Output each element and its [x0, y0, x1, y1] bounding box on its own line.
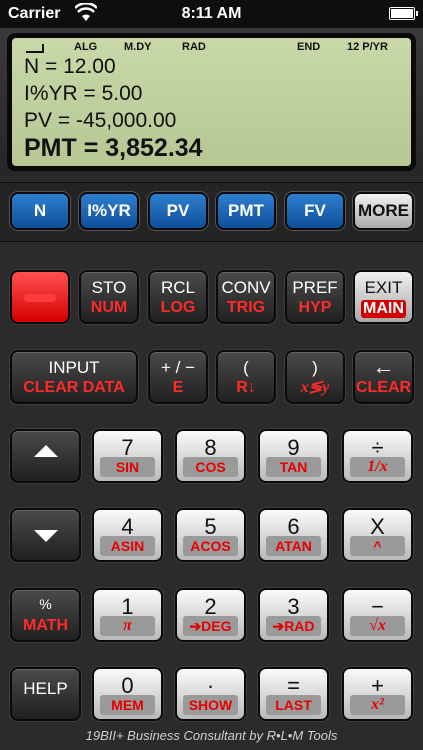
key-shift-label: CLEAR — [355, 379, 412, 396]
key-shift-label: ATAN — [266, 536, 321, 556]
key-shift-label: LOG — [160, 299, 196, 316]
display-line-pv: PV = -45,000.00 — [24, 109, 177, 132]
arrow-up-icon — [33, 445, 58, 457]
display-line-iyr: I%YR = 5.00 — [24, 82, 143, 105]
key-shift-label: ASIN — [100, 536, 155, 556]
key-label: ( — [243, 358, 249, 377]
key-label: EXIT — [364, 278, 403, 297]
key-n[interactable]: N — [10, 192, 70, 230]
indicator-end: END — [297, 41, 321, 53]
key-scroll-up[interactable] — [10, 429, 81, 483]
arrow-down-icon — [33, 530, 58, 542]
key-label: HELP — [23, 679, 68, 698]
lcd-display: ALG M.DY RAD END 12 P/YR N = 12.00 I%YR … — [12, 38, 411, 166]
key-shift-label: CLEAR DATA — [23, 379, 125, 396]
key-help[interactable]: HELP — [10, 667, 81, 721]
key-shift-label: MATH — [22, 617, 69, 634]
key-9[interactable]: 9 TAN — [258, 429, 329, 483]
key-shift-label: MAIN — [361, 300, 406, 318]
key-shift-label: x≶y — [300, 379, 330, 396]
key-decimal[interactable]: · SHOW — [175, 667, 246, 721]
key-shift-label: ➔DEG — [183, 616, 238, 636]
key-7[interactable]: 7 SIN — [92, 429, 163, 483]
key-shift-label: HYP — [298, 299, 332, 316]
key-sto[interactable]: STO NUM — [79, 270, 139, 324]
backspace-arrow-icon: ← — [372, 354, 395, 379]
key-equals[interactable]: = LAST — [258, 667, 329, 721]
key-0[interactable]: 0 MEM — [92, 667, 163, 721]
key-conv[interactable]: CONV TRIG — [216, 270, 276, 324]
indicator-angle-mode: RAD — [182, 41, 206, 53]
key-shift-label: E — [172, 379, 184, 396]
key-shift-label: x² — [350, 695, 405, 715]
key-shift-label: MEM — [100, 695, 155, 715]
key-change-sign[interactable]: + / − E — [148, 350, 208, 404]
key-4[interactable]: 4 ASIN — [92, 508, 163, 562]
key-6[interactable]: 6 ATAN — [258, 508, 329, 562]
key-percent[interactable]: % MATH — [10, 588, 81, 642]
clock: 8:11 AM — [181, 5, 242, 22]
key-1[interactable]: 1 π — [92, 588, 163, 642]
key-shift-label: TRIG — [226, 299, 266, 316]
key-shift-label: 1/x — [350, 457, 405, 477]
key-pmt[interactable]: PMT — [216, 192, 276, 230]
key-shift-label: ^ — [350, 536, 405, 556]
key-scroll-down[interactable] — [10, 508, 81, 562]
key-shift-label: ➔RAD — [266, 616, 321, 636]
key-label: + / − — [160, 358, 196, 377]
display-line-n: N = 12.00 — [24, 55, 116, 78]
key-label: INPUT — [48, 358, 100, 377]
key-shift-label: SHOW — [183, 695, 238, 715]
key-pv[interactable]: PV — [148, 192, 208, 230]
key-5[interactable]: 5 ACOS — [175, 508, 246, 562]
key-fv[interactable]: FV — [285, 192, 345, 230]
key-label: RCL — [160, 278, 195, 297]
key-shift-label: SIN — [100, 457, 155, 477]
key-exit[interactable]: EXIT MAIN — [353, 270, 414, 324]
key-label: PREF — [292, 278, 338, 297]
indicator-payments-per-year: 12 P/YR — [347, 41, 388, 53]
key-pref[interactable]: PREF HYP — [285, 270, 345, 324]
key-iyr[interactable]: I%YR — [79, 192, 139, 230]
key-label: STO — [91, 278, 127, 297]
key-2[interactable]: 2 ➔DEG — [175, 588, 246, 642]
key-divide[interactable]: ÷ 1/x — [342, 429, 413, 483]
key-shift-label: R↓ — [236, 379, 256, 396]
indicator-alg: ALG — [74, 41, 98, 53]
key-shift-label: COS — [183, 457, 238, 477]
key-minus[interactable]: − √x — [342, 588, 413, 642]
app-credit: 19BII+ Business Consultant by R•L•M Tool… — [85, 728, 338, 743]
key-label: ) — [312, 358, 318, 377]
key-3[interactable]: 3 ➔RAD — [258, 588, 329, 642]
key-plus[interactable]: + x² — [342, 667, 413, 721]
key-label: CONV — [221, 278, 271, 297]
key-shift-label: LAST — [266, 695, 321, 715]
key-shift-label: NUM — [90, 299, 128, 316]
key-multiply[interactable]: X ^ — [342, 508, 413, 562]
status-bar: Carrier 8:11 AM — [0, 0, 423, 28]
key-open-paren[interactable]: ( R↓ — [216, 350, 276, 404]
key-backspace[interactable]: ← CLEAR — [353, 350, 414, 404]
key-shift-label: π — [100, 616, 155, 636]
key-shift-label: TAN — [266, 457, 321, 477]
key-input[interactable]: INPUT CLEAR DATA — [10, 350, 138, 404]
display-result: PMT = 3,852.34 — [24, 134, 203, 162]
key-8[interactable]: 8 COS — [175, 429, 246, 483]
key-shift-label: ACOS — [183, 536, 238, 556]
key-rcl[interactable]: RCL LOG — [148, 270, 208, 324]
key-more[interactable]: MORE — [353, 192, 414, 230]
key-label: % — [39, 596, 52, 612]
key-shift-label: √x — [350, 616, 405, 636]
battery-icon — [389, 7, 418, 20]
shift-indicator-icon — [26, 44, 44, 53]
key-close-paren[interactable]: ) x≶y — [285, 350, 345, 404]
indicator-date-format: M.DY — [124, 41, 152, 53]
key-shift[interactable] — [10, 270, 70, 324]
